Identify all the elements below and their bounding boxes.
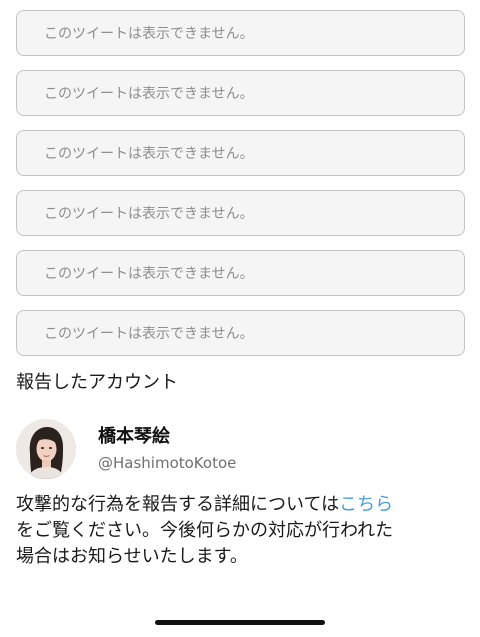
report-confirmation-screen: このツイートは表示できません。 このツイートは表示できません。 このツイートは表… — [0, 0, 480, 637]
info-line-1: 攻撃的な行為を報告する詳細についてはこちら — [16, 492, 466, 518]
profile-photo-image — [16, 419, 76, 479]
unavailable-tweet-card[interactable]: このツイートは表示できません。 — [16, 130, 465, 176]
unavailable-tweet-card[interactable]: このツイートは表示できません。 — [16, 190, 465, 236]
reported-account-row[interactable]: 橋本琴絵 @HashimotoKotoe — [16, 418, 236, 480]
unavailable-tweet-card[interactable]: このツイートは表示できません。 — [16, 70, 465, 116]
info-line-1-text: 攻撃的な行為を報告する詳細については — [16, 494, 340, 515]
home-indicator[interactable] — [155, 620, 325, 625]
account-handle: @HashimotoKotoe — [98, 453, 237, 472]
info-line-3: 場合はお知らせいたします。 — [16, 546, 248, 567]
avatar[interactable] — [16, 419, 76, 479]
details-link[interactable]: こちら — [339, 494, 393, 515]
reported-account-heading: 報告したアカウント — [16, 372, 178, 393]
unavailable-tweet-card[interactable]: このツイートは表示できません。 — [16, 310, 465, 356]
unavailable-tweet-card[interactable]: このツイートは表示できません。 — [16, 250, 465, 296]
report-info-text: 攻撃的な行為を報告する詳細についてはこちら をご覧ください。今後何らかの対応が行… — [16, 492, 466, 570]
info-line-2: をご覧ください。今後何らかの対応が行われた — [16, 520, 394, 541]
account-display-name: 橋本琴絵 — [98, 425, 170, 447]
unavailable-tweet-card[interactable]: このツイートは表示できません。 — [16, 10, 465, 56]
reported-tweet-list: このツイートは表示できません。 このツイートは表示できません。 このツイートは表… — [16, 10, 465, 370]
account-text-block: 橋本琴絵 @HashimotoKotoe — [98, 425, 236, 474]
